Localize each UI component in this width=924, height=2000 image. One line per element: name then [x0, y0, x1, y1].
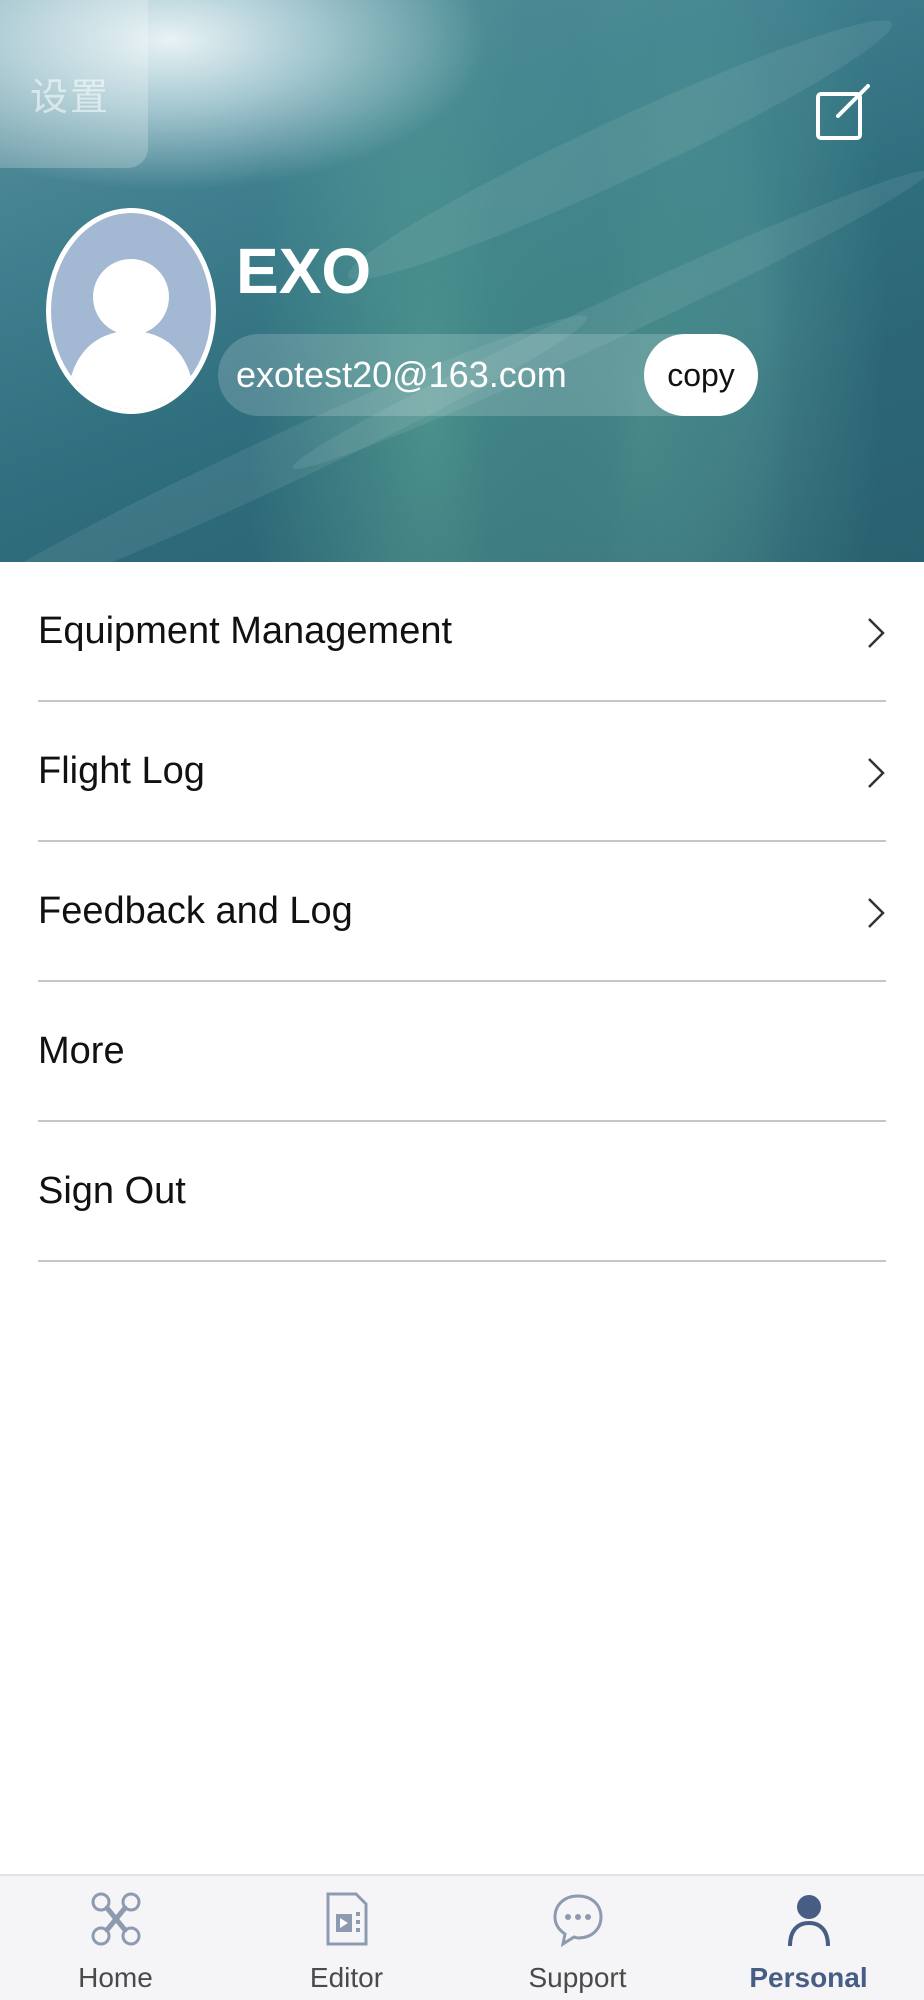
profile-header: 设置 EXO exotest20@163.com copy [0, 0, 924, 562]
home-drone-icon [91, 1892, 141, 1946]
menu-item-label: Equipment Management [38, 610, 453, 652]
menu-item-sign-out[interactable]: Sign Out [38, 1122, 886, 1262]
avatar[interactable] [46, 208, 216, 414]
email-pill: exotest20@163.com copy [218, 334, 758, 416]
person-icon [788, 1895, 830, 1947]
tab-home[interactable]: Home [0, 1876, 231, 2000]
tab-label: Personal [749, 1962, 868, 1993]
settings-button[interactable]: 设置 [0, 0, 148, 168]
settings-label: 设置 [30, 77, 111, 119]
user-name: EXO [236, 235, 372, 307]
edit-profile-icon[interactable] [814, 82, 872, 142]
tab-label: Support [528, 1962, 627, 1993]
default-avatar-icon [67, 259, 195, 409]
bottom-tab-bar: Home Editor Support Personal [0, 1874, 924, 2000]
menu-item-label: Sign Out [38, 1170, 186, 1212]
tab-support[interactable]: Support [462, 1876, 693, 2000]
menu-item-feedback-and-log[interactable]: Feedback and Log [38, 842, 886, 982]
tab-label: Editor [309, 1962, 384, 1993]
menu-item-flight-log[interactable]: Flight Log [38, 702, 886, 842]
menu-item-label: More [38, 1030, 125, 1072]
chevron-right-icon [868, 618, 885, 648]
chevron-right-icon [868, 898, 885, 928]
chat-bubble-icon [553, 1894, 603, 1948]
chevron-right-icon [868, 758, 885, 788]
personal-screen: 设置 EXO exotest20@163.com copy Equipment … [0, 0, 924, 2000]
copy-button[interactable]: copy [644, 334, 758, 416]
menu-item-label: Flight Log [38, 750, 205, 792]
tab-editor[interactable]: Editor [231, 1876, 462, 2000]
menu-item-more[interactable]: More [38, 982, 886, 1122]
settings-menu: Equipment Management Flight Log Feedback… [0, 562, 924, 1262]
menu-item-label: Feedback and Log [38, 890, 353, 932]
editor-film-icon [326, 1892, 368, 1946]
tab-personal[interactable]: Personal [693, 1876, 924, 2000]
menu-item-equipment-management[interactable]: Equipment Management [38, 562, 886, 702]
tab-label: Home [78, 1962, 153, 1993]
email-text: exotest20@163.com [236, 354, 567, 395]
